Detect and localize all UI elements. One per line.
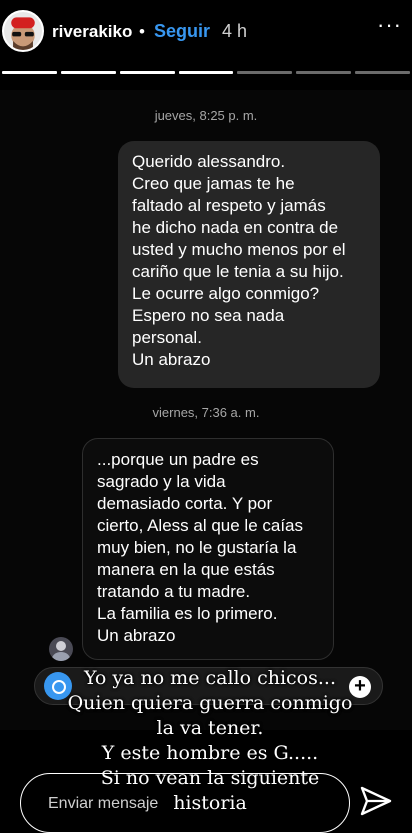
timestamp-friday: viernes, 7:36 a. m. <box>152 405 260 420</box>
post-time: 4 h <box>222 21 248 41</box>
message-bubble-sent: Querido alessandro. Creo que jamas te he… <box>118 141 380 388</box>
username[interactable]: riverakiko <box>52 22 132 42</box>
progress-segment <box>178 71 234 74</box>
more-options-icon[interactable]: ··· <box>377 12 402 38</box>
progress-segment <box>60 71 116 74</box>
timestamp-thursday: jueves, 8:25 p. m. <box>154 108 258 123</box>
separator-dot: • <box>139 22 145 41</box>
follow-button[interactable]: Seguir <box>154 21 210 42</box>
story-header: riverakiko • Seguir 4 h ··· <box>0 10 412 56</box>
progress-segment <box>355 71 411 74</box>
send-icon[interactable] <box>359 784 393 818</box>
progress-segment <box>2 71 57 74</box>
reply-placeholder: Enviar mensaje <box>48 795 159 812</box>
progress-segment <box>296 71 352 74</box>
profile-avatar[interactable] <box>2 10 44 52</box>
message-bubble-received: ...porque un padre es sagrado y la vida … <box>82 438 334 660</box>
story-progress <box>0 71 412 74</box>
sender-avatar <box>49 637 73 661</box>
progress-segment <box>119 71 175 74</box>
progress-segment <box>237 71 293 74</box>
